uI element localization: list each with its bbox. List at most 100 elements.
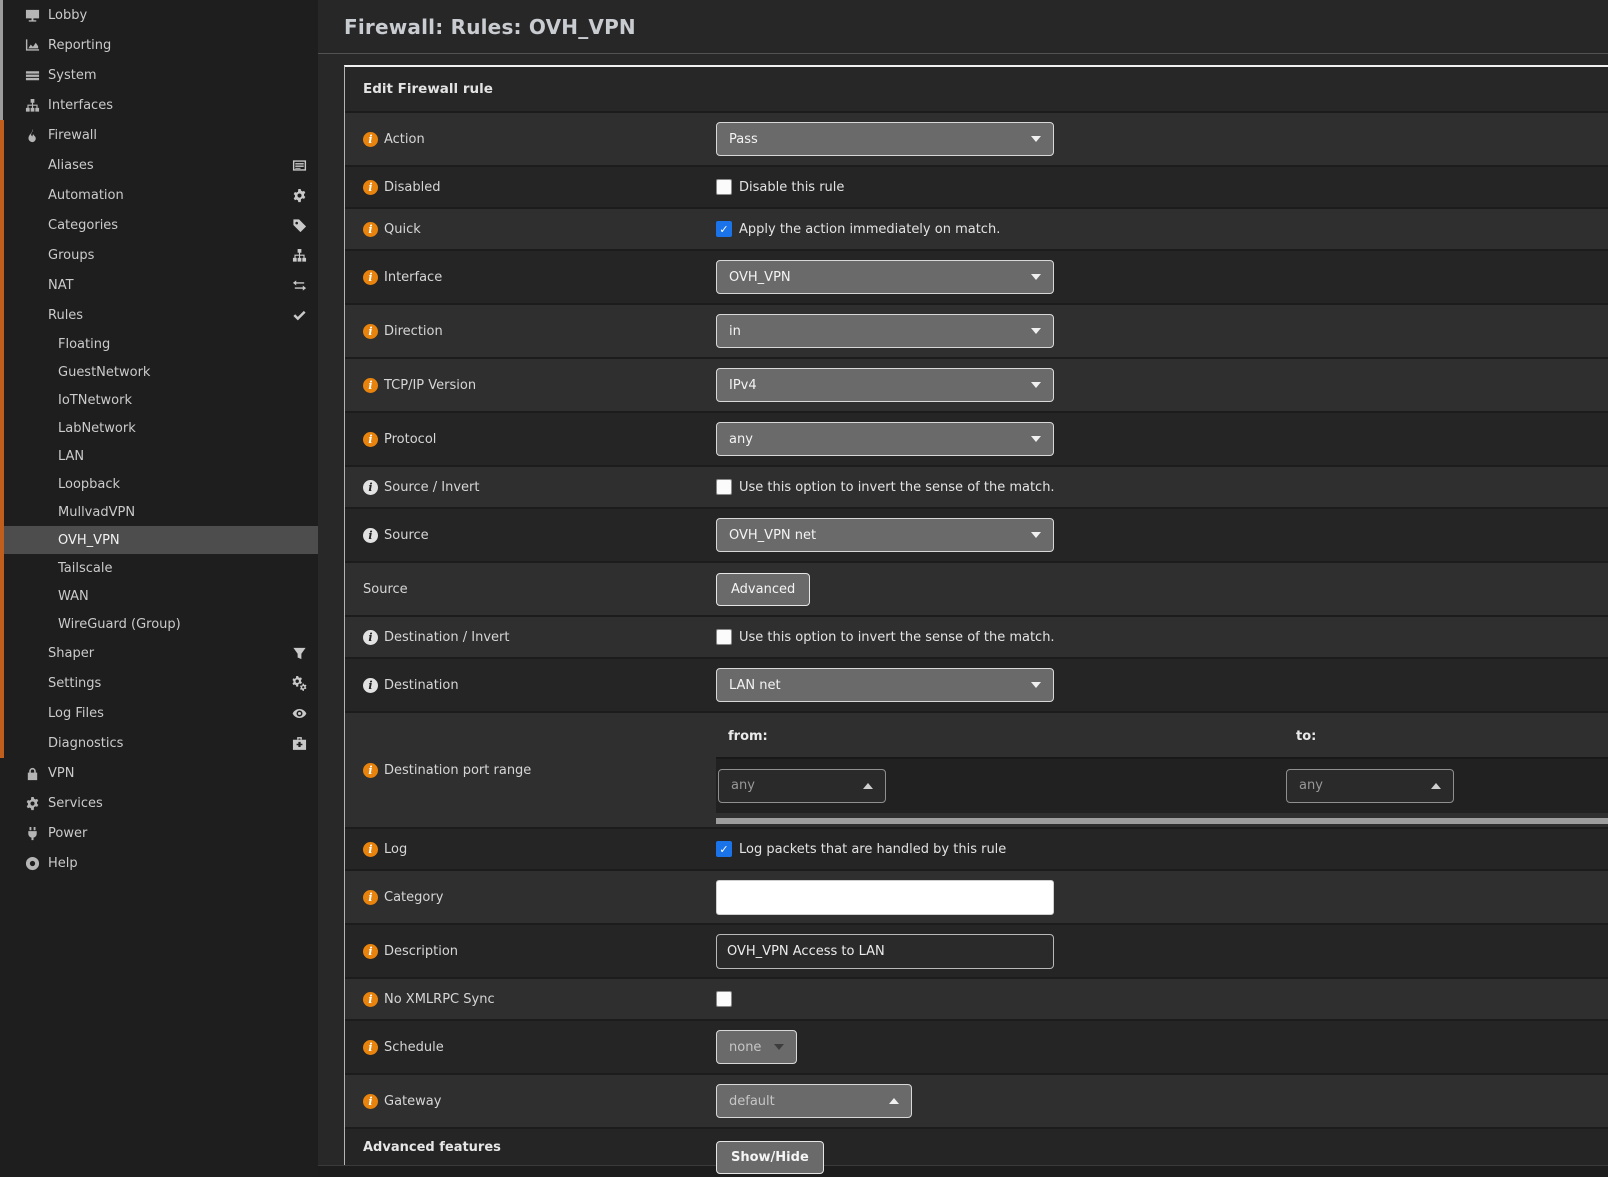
- info-icon[interactable]: i: [363, 378, 378, 393]
- sidebar-item-services[interactable]: Services: [0, 788, 318, 818]
- sidebar-item-labnetwork[interactable]: LabNetwork: [0, 414, 318, 442]
- sidebar-item-interfaces[interactable]: Interfaces: [0, 90, 318, 120]
- action-select[interactable]: Pass: [716, 122, 1054, 156]
- direction-select[interactable]: in: [716, 314, 1054, 348]
- info-icon[interactable]: i: [363, 324, 378, 339]
- schedule-select[interactable]: none: [716, 1030, 797, 1064]
- field-control-cell: Disable this rule: [716, 167, 1608, 207]
- tcpip-version-select[interactable]: IPv4: [716, 368, 1054, 402]
- sidebar-item-groups[interactable]: Groups: [0, 240, 318, 270]
- sidebar-item-tailscale[interactable]: Tailscale: [0, 554, 318, 582]
- sidebar-item-shaper[interactable]: Shaper: [0, 638, 318, 668]
- info-icon[interactable]: i: [363, 842, 378, 857]
- active-section-indicator: [0, 120, 4, 758]
- sidebar-item-label: Settings: [48, 676, 101, 691]
- sidebar-item-firewall[interactable]: Firewall: [0, 120, 318, 150]
- selected-option-label: IPv4: [729, 378, 757, 393]
- info-icon[interactable]: i: [363, 678, 378, 693]
- info-icon[interactable]: i: [363, 132, 378, 147]
- sidebar-item-aliases[interactable]: Aliases: [0, 150, 318, 180]
- sidebar-item-diagnostics[interactable]: Diagnostics: [0, 728, 318, 758]
- bottom-spacer: [318, 1165, 1608, 1177]
- info-icon[interactable]: i: [363, 890, 378, 905]
- category-input[interactable]: [716, 880, 1054, 915]
- info-icon[interactable]: i: [363, 763, 378, 778]
- eye-icon: [292, 706, 307, 721]
- cogs-icon: [292, 676, 307, 691]
- sidebar-item-nat[interactable]: NAT: [0, 270, 318, 300]
- sidebar-item-help[interactable]: Help: [0, 848, 318, 878]
- info-icon[interactable]: i: [363, 432, 378, 447]
- sidebar-item-loopback[interactable]: Loopback: [0, 470, 318, 498]
- selected-option-label: default: [729, 1094, 775, 1109]
- sidebar-item-settings[interactable]: Settings: [0, 668, 318, 698]
- sidebar-item-label: Interfaces: [48, 98, 113, 113]
- info-icon[interactable]: i: [363, 480, 378, 495]
- sidebar-item-wan[interactable]: WAN: [0, 582, 318, 610]
- field-control-cell: [716, 871, 1608, 923]
- sidebar-item-categories[interactable]: Categories: [0, 210, 318, 240]
- sidebar-item-iotnetwork[interactable]: IoTNetwork: [0, 386, 318, 414]
- field-control-cell: IPv4: [716, 359, 1608, 411]
- interface-select[interactable]: OVH_VPN: [716, 260, 1054, 294]
- sidebar-item-floating[interactable]: Floating: [0, 330, 318, 358]
- field-label: Log: [384, 842, 407, 857]
- sidebar-item-wireguard-group[interactable]: WireGuard (Group): [0, 610, 318, 638]
- selected-option-label: Pass: [729, 132, 758, 147]
- info-icon[interactable]: i: [363, 630, 378, 645]
- form-row-direction: iDirectionin: [345, 303, 1608, 357]
- sidebar-item-lobby[interactable]: Lobby: [0, 0, 318, 30]
- sidebar-item-rules[interactable]: Rules: [0, 300, 318, 330]
- sidebar-item-label: Services: [48, 796, 103, 811]
- info-icon[interactable]: i: [363, 270, 378, 285]
- sidebar-item-reporting[interactable]: Reporting: [0, 30, 318, 60]
- sidebar-item-log-files[interactable]: Log Files: [0, 698, 318, 728]
- form-row-source: iSourceOVH_VPN net: [345, 507, 1608, 561]
- sidebar-item-vpn[interactable]: VPN: [0, 758, 318, 788]
- destination-port-to-select[interactable]: any: [1286, 769, 1454, 803]
- info-icon[interactable]: i: [363, 180, 378, 195]
- sidebar-item-mullvadvpn[interactable]: MullvadVPN: [0, 498, 318, 526]
- sidebar-item-guestnetwork[interactable]: GuestNetwork: [0, 358, 318, 386]
- source-advanced-button[interactable]: Advanced: [716, 573, 810, 606]
- info-icon[interactable]: i: [363, 944, 378, 959]
- quick-checkbox[interactable]: ✓: [716, 221, 732, 237]
- no-xmlrpc-sync-checkbox[interactable]: [716, 991, 732, 1007]
- sidebar-item-system[interactable]: System: [0, 60, 318, 90]
- form-row-no-xmlrpc-sync: iNo XMLRPC Sync: [345, 977, 1608, 1019]
- advanced-features-button[interactable]: Show/Hide: [716, 1141, 824, 1174]
- field-control-cell: [716, 925, 1608, 977]
- info-icon[interactable]: i: [363, 222, 378, 237]
- sidebar-item-lan[interactable]: LAN: [0, 442, 318, 470]
- destination-select[interactable]: LAN net: [716, 668, 1054, 702]
- sidebar-item-ovh-vpn[interactable]: OVH_VPN: [0, 526, 318, 554]
- info-icon[interactable]: i: [363, 992, 378, 1007]
- sidebar-item-automation[interactable]: Automation: [0, 180, 318, 210]
- sidebar-item-power[interactable]: Power: [0, 818, 318, 848]
- field-label-cell: iDirection: [345, 305, 716, 357]
- destination-invert-checkbox[interactable]: [716, 629, 732, 645]
- field-label-cell: iDestination port range: [345, 713, 716, 827]
- field-label-cell: i Category: [345, 871, 716, 923]
- form-row-disabled: iDisabledDisable this rule: [345, 165, 1608, 207]
- log-checkbox[interactable]: ✓: [716, 841, 732, 857]
- disabled-checkbox[interactable]: [716, 179, 732, 195]
- field-control-cell: default: [716, 1075, 1608, 1127]
- sidebar-item-label: OVH_VPN: [58, 533, 120, 548]
- field-label: Category: [384, 890, 443, 905]
- destination-port-from-select[interactable]: any: [718, 769, 886, 803]
- sidebar-item-label: VPN: [48, 766, 74, 781]
- source-select[interactable]: OVH_VPN net: [716, 518, 1054, 552]
- field-control-cell: none: [716, 1021, 1608, 1073]
- protocol-select[interactable]: any: [716, 422, 1054, 456]
- sidebar-item-label: Categories: [48, 218, 118, 233]
- source-invert-checkbox[interactable]: [716, 479, 732, 495]
- description-input[interactable]: [716, 934, 1054, 969]
- gateway-select[interactable]: default: [716, 1084, 912, 1118]
- info-icon[interactable]: i: [363, 528, 378, 543]
- info-icon[interactable]: i: [363, 1040, 378, 1055]
- app-root: LobbyReportingSystem Interfaces FirewallAl…: [0, 0, 1608, 1177]
- info-icon[interactable]: i: [363, 1094, 378, 1109]
- port-range-scrollbar[interactable]: [716, 818, 1608, 824]
- sidebar-scrollbar[interactable]: [0, 0, 3, 120]
